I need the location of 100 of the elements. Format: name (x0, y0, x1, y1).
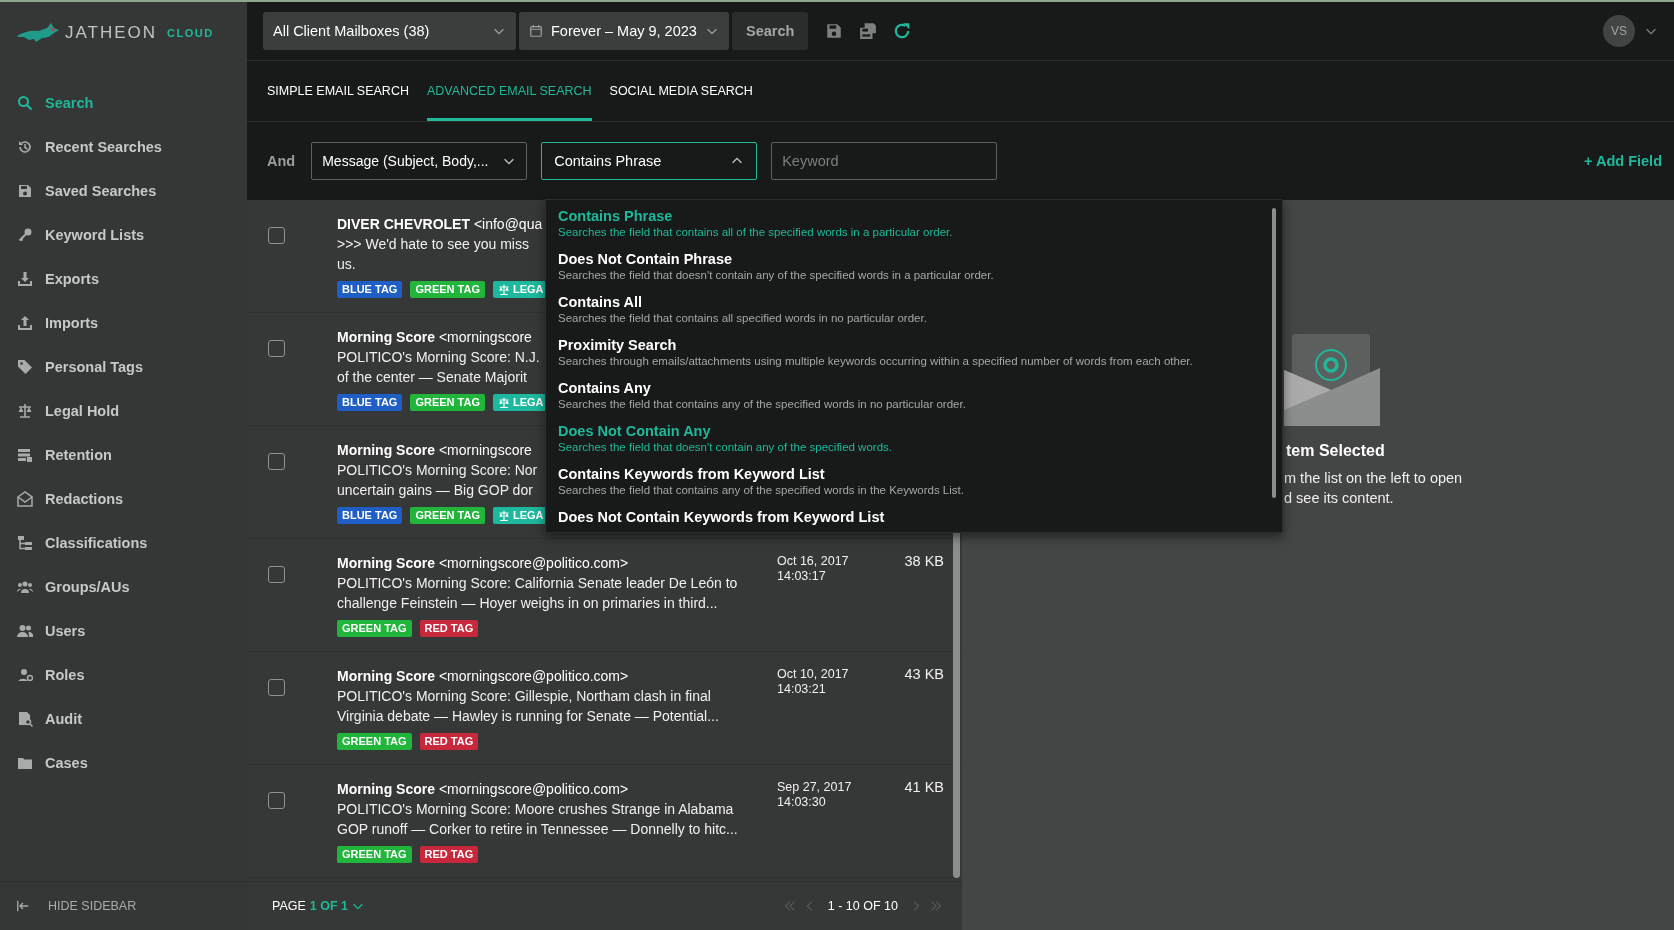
page-select[interactable]: 1 OF 1 (309, 899, 366, 913)
condition-option[interactable]: Contains Keywords from Keyword List Searches the field that contains any of the specified words in the Keywords List. (558, 462, 1282, 505)
empty-state-title: tem Selected (1286, 442, 1385, 460)
page-range: 1 - 10 OF 10 (827, 899, 898, 913)
sidebar-item[interactable]: Roles (0, 653, 85, 697)
floppy-icon (825, 22, 844, 40)
option-title: Contains Keywords from Keyword List (558, 466, 826, 482)
scale-icon (498, 396, 510, 409)
sidebar-item[interactable]: Audit (0, 697, 83, 741)
sidebar-item[interactable]: Redactions (0, 477, 124, 521)
sidebar-item[interactable]: Retention (0, 433, 112, 477)
sidebar-item[interactable]: Personal Tags (0, 345, 144, 389)
add-field-link[interactable]: + Add Field (1584, 153, 1662, 169)
email-preview-line: of the center — Senate Majorit (337, 368, 527, 387)
sidebar-item[interactable]: Cases (0, 741, 88, 785)
sidebar-item[interactable]: Saved Searches (0, 169, 157, 213)
scale-icon (498, 509, 510, 522)
tag-icon (17, 359, 33, 375)
sidebar-item[interactable]: Recent Searches (0, 125, 162, 169)
condition-option[interactable]: Contains Phrase Searches the field that contains all of the specified words in a particular order. (558, 204, 1282, 247)
email-time: 14:03:17 (777, 569, 827, 584)
email-preview-line: us. (337, 255, 356, 274)
keyword-field[interactable]: Keyword (771, 142, 998, 180)
email-preview-line: POLITICO's Morning Score: Moore crushes Strange in Alabama (337, 800, 734, 819)
option-description: Searches the field that doesn't contain any of the specified words. (558, 441, 893, 453)
tag-label: RED TAG (419, 846, 479, 863)
condition-option[interactable]: Does Not Contain Phrase Searches the field that doesn't contain any of the specified words in a particular order. (558, 247, 1282, 290)
checkbox[interactable] (268, 453, 285, 470)
option-title: Does Not Contain Keywords from Keyword List (558, 509, 886, 525)
search-tab[interactable]: SOCIAL MEDIA SEARCH (609, 61, 753, 121)
date-range-select[interactable]: Forever – May 9, 2023 (519, 12, 729, 50)
email-date: Sep 27, 2017 (777, 780, 853, 795)
option-title: Contains Any (558, 380, 652, 396)
email-preview-line: POLITICO's Morning Score: Gillespie, Northam clash in final (337, 687, 711, 706)
double-chevron-right-icon (929, 899, 943, 913)
email-preview-line: >>> We'd hate to see you miss (337, 235, 529, 254)
checkbox[interactable] (268, 227, 285, 244)
page-label: PAGE (272, 899, 306, 913)
checkbox[interactable] (268, 566, 285, 583)
logo-text: JATHEON (65, 23, 158, 43)
sidebar-item[interactable]: Search (0, 81, 94, 125)
search-icon (17, 95, 33, 111)
search-tab[interactable]: ADVANCED EMAIL SEARCH (426, 61, 592, 121)
clock-icon (17, 139, 33, 155)
mailbox-select[interactable]: All Client Mailboxes (38) (263, 12, 516, 50)
tag-label: BLUE TAG (337, 507, 403, 524)
empty-state-text: m the list on the left to open (1284, 469, 1463, 488)
tag-label: BLUE TAG (337, 394, 403, 411)
double-chevron-left-icon (782, 899, 797, 913)
tag-label: GREEN TAG (337, 733, 412, 750)
tag-label: GREEN TAG (337, 620, 412, 637)
sidebar-item[interactable]: Exports (0, 257, 99, 301)
sidebar-item[interactable]: Classifications (0, 521, 148, 565)
email-size: 41 KB (903, 779, 944, 797)
sidebar-item[interactable]: Groups/AUs (0, 565, 130, 609)
sidebar-item[interactable]: Keyword Lists (0, 213, 145, 257)
tag-label: BLUE TAG (337, 281, 403, 298)
search-tab[interactable]: SIMPLE EMAIL SEARCH (267, 61, 409, 121)
condition-option[interactable]: Does Not Contain Any Searches the field that doesn't contain any of the specified words. (558, 419, 1282, 462)
option-description: Searches the field that contains any of the specified words in no particular order. (558, 398, 967, 410)
user-avatar[interactable]: VS (1603, 15, 1635, 47)
email-sender: Morning Score <morningscore@politico.com> (337, 554, 629, 573)
condition-select[interactable]: Contains Phrase (541, 142, 758, 180)
scale-icon (498, 283, 510, 296)
sidebar-item[interactable]: Users (0, 609, 86, 653)
download-icon (17, 271, 33, 287)
sidebar-item[interactable]: Legal Hold (0, 389, 120, 433)
checkbox[interactable] (268, 679, 285, 696)
option-title: Contains All (558, 294, 644, 310)
tag-label: GREEN TAG (410, 394, 485, 411)
logo-suffix: CLOUD (167, 27, 214, 39)
option-description: Searches the field that contains all specified words in no particular order. (558, 312, 928, 324)
operator-label: And (267, 153, 296, 169)
search-button[interactable]: Search (732, 12, 809, 50)
key-icon (17, 227, 33, 243)
email-sender: Morning Score <morningscore@politico.com> (337, 667, 629, 686)
condition-option[interactable]: Does Not Contain Keywords from Keyword List (558, 505, 1282, 530)
checkbox[interactable] (268, 792, 285, 809)
condition-option[interactable]: Contains All Searches the field that contains all specified words in no particular order. (558, 290, 1282, 333)
field-select[interactable]: Message (Subject, Body,... (311, 142, 528, 180)
email-preview-line: POLITICO's Morning Score: N.J. (337, 348, 540, 367)
tag-label: RED TAG (419, 733, 479, 750)
option-description: Searches through emails/attachments using multiple keywords occurring within a specified number of words from each other. (558, 355, 1194, 367)
scrollbar-thumb[interactable] (1272, 208, 1276, 498)
condition-option[interactable]: Proximity Search Searches through emails/attachments using multiple keywords occurring within a specified number of words from each other. (558, 333, 1282, 376)
option-title: Proximity Search (558, 337, 678, 353)
fox-logo-icon (15, 22, 61, 44)
email-preview-line: POLITICO's Morning Score: Nor (337, 461, 538, 480)
condition-option[interactable]: Contains Any Searches the field that contains any of the specified words in no particular order. (558, 376, 1282, 419)
scale-icon (17, 403, 33, 419)
users-icon (17, 623, 33, 639)
floppy-icon (17, 183, 33, 199)
collapse-arrow-icon (16, 899, 30, 913)
refresh-icon (893, 22, 912, 40)
email-preview-line: GOP runoff — Corker to retire in Tennessee — Donnelly to hitc... (337, 820, 738, 839)
sidebar-item[interactable]: Imports (0, 301, 99, 345)
email-size: 43 KB (903, 666, 944, 684)
email-sender: Morning Score <morningscore@politico.com> (337, 780, 629, 799)
checkbox[interactable] (268, 340, 285, 357)
tag-label: GREEN TAG (337, 846, 412, 863)
